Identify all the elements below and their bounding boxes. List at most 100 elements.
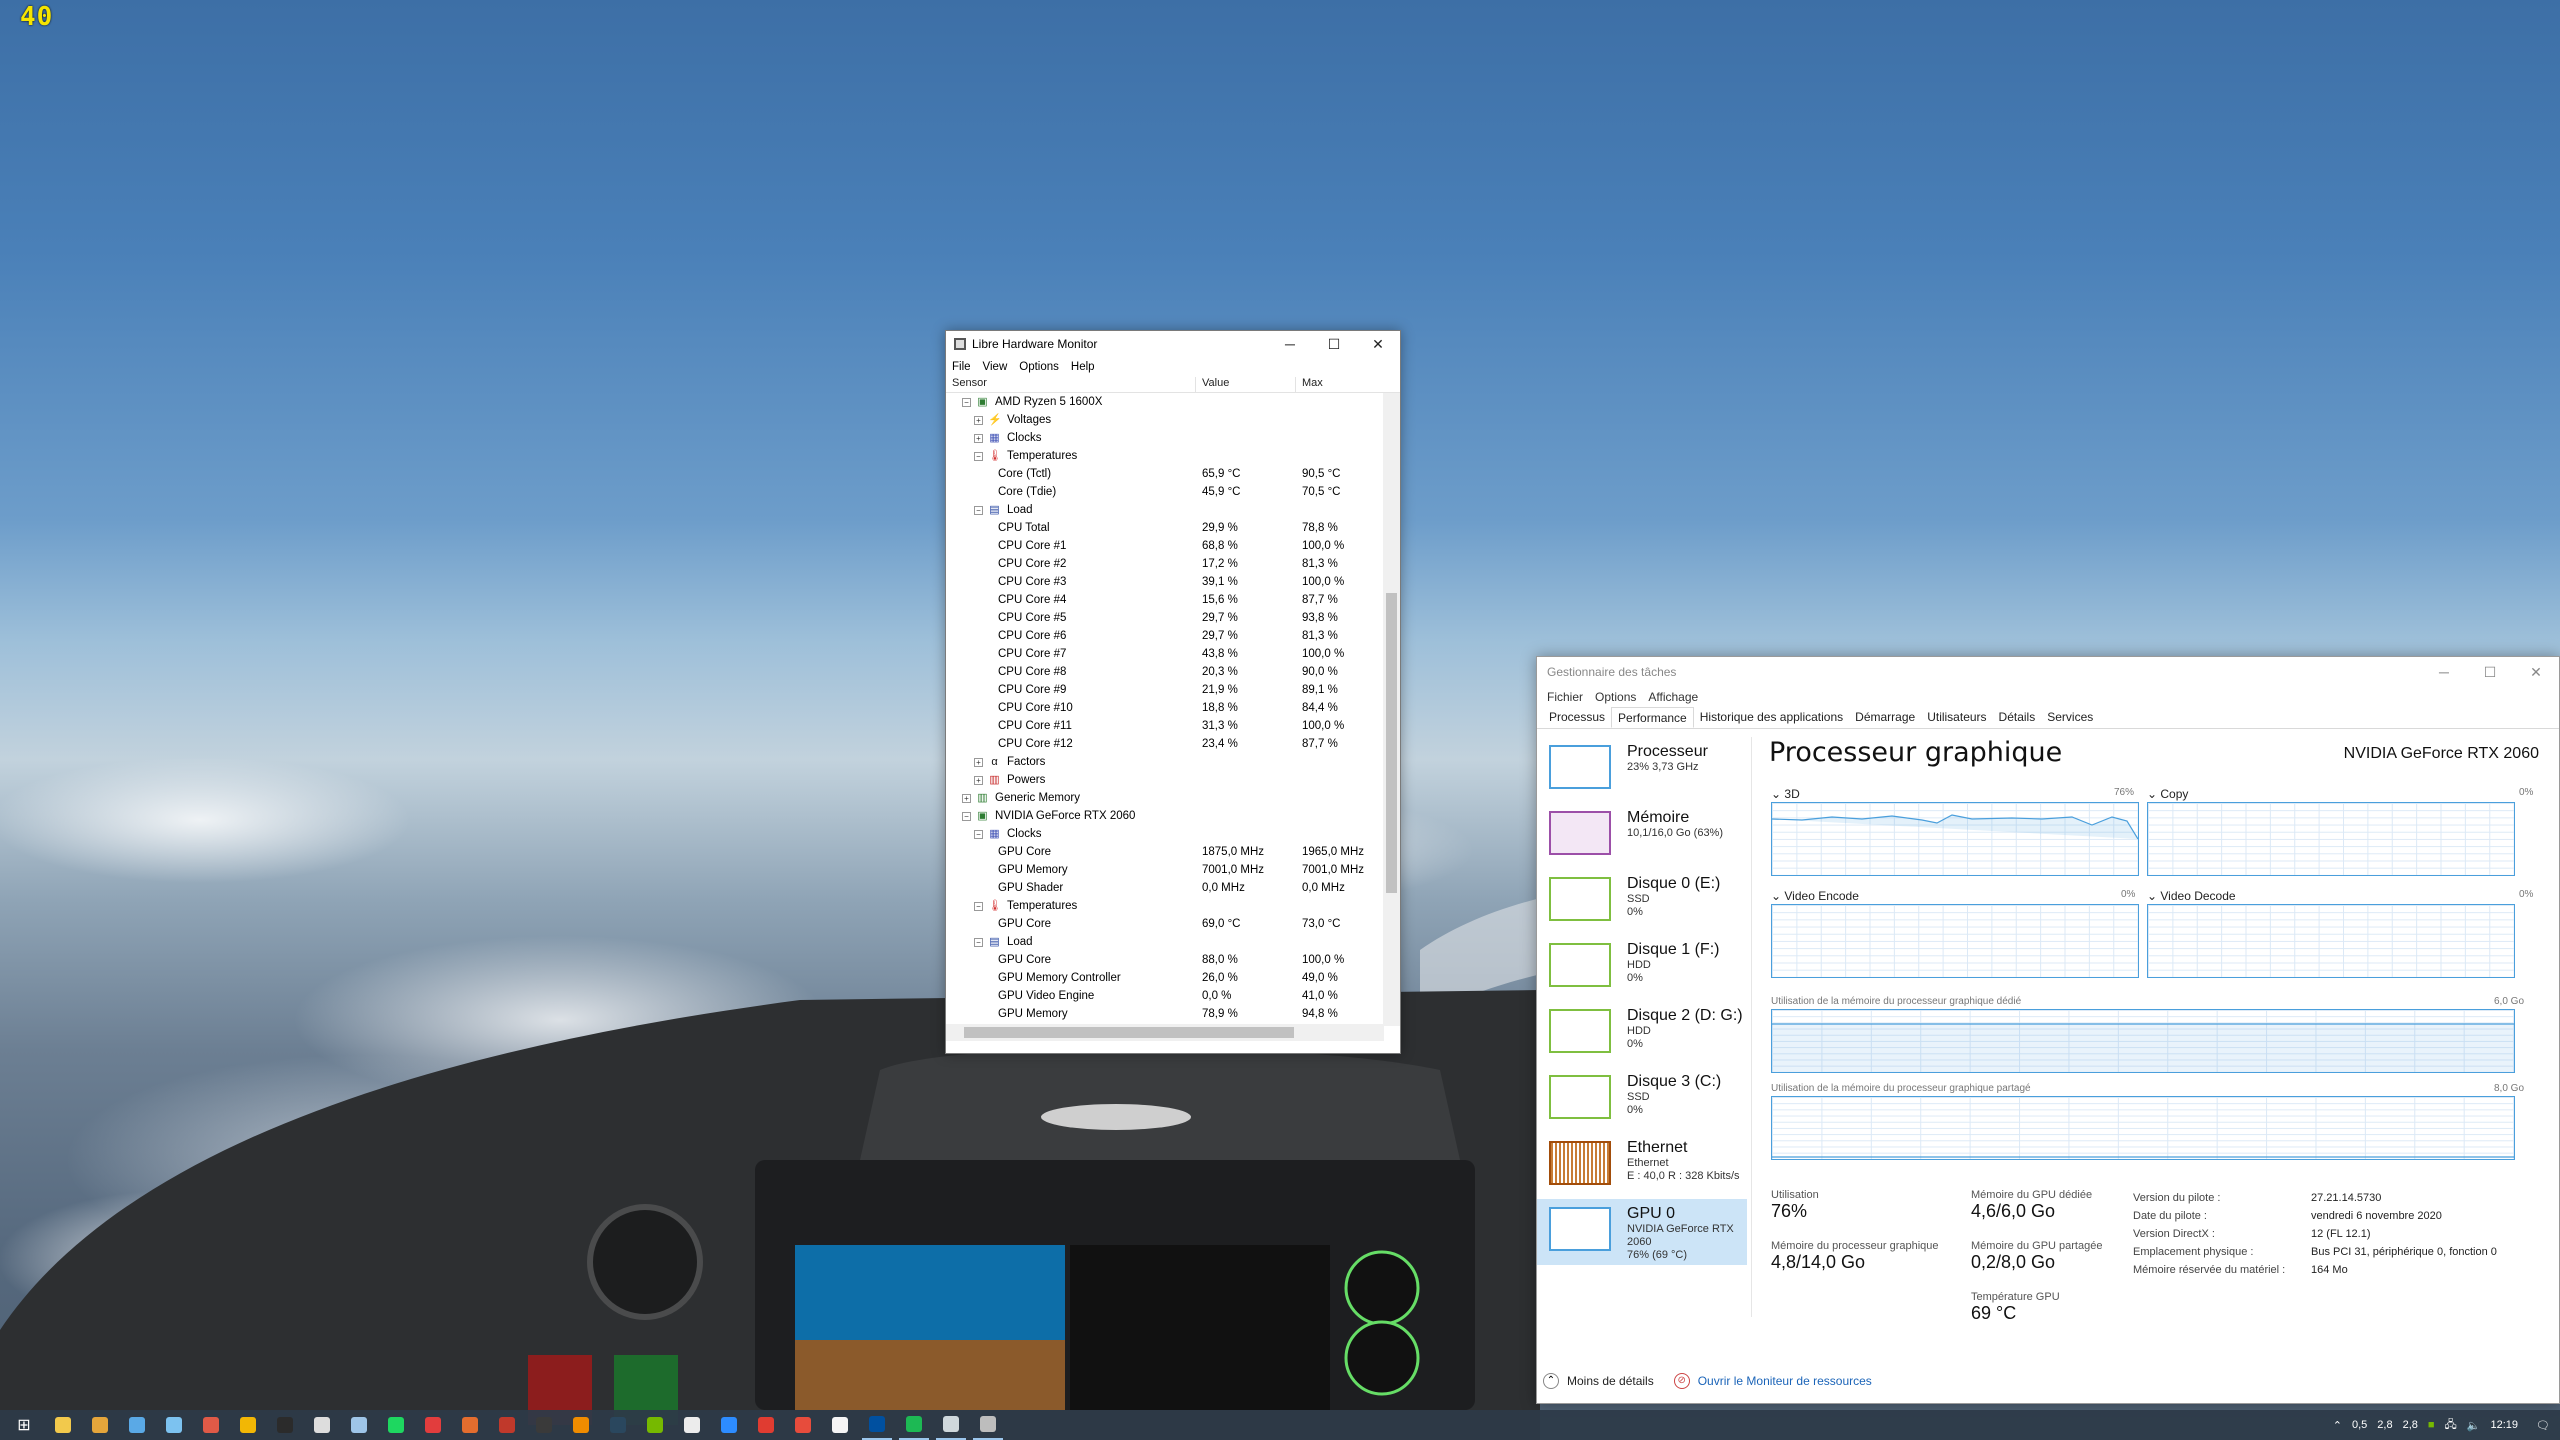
sensor-row[interactable]: GPU Core 1875,0 MHz 1965,0 MHz xyxy=(946,843,1384,861)
taskbar-app-icon[interactable] xyxy=(899,1410,929,1440)
sensor-row[interactable]: Core (Tctl) 65,9 °C 90,5 °C xyxy=(946,465,1384,483)
vertical-scrollbar[interactable] xyxy=(1383,393,1400,1026)
taskbar-app-icon[interactable] xyxy=(233,1410,263,1440)
sensor-row[interactable]: GPU Video Engine 0,0 % 41,0 % xyxy=(946,987,1384,1005)
maximize-icon[interactable]: ☐ xyxy=(2467,664,2513,681)
collapse-icon[interactable]: − xyxy=(962,397,971,407)
sensor-row[interactable]: + ▦ Clocks xyxy=(946,429,1384,447)
menu-options[interactable]: Options xyxy=(1019,361,1059,373)
clock[interactable]: 12:19 xyxy=(2491,1419,2519,1431)
close-icon[interactable]: ✕ xyxy=(1356,336,1400,353)
sensor-row[interactable]: GPU Core 88,0 % 100,0 % xyxy=(946,951,1384,969)
taskbar-app-icon[interactable] xyxy=(751,1410,781,1440)
sensor-row[interactable]: + α Factors xyxy=(946,753,1384,771)
collapse-icon[interactable]: − xyxy=(974,829,983,839)
taskbar-app-icon[interactable] xyxy=(270,1410,300,1440)
network-icon[interactable]: 🖧 xyxy=(2445,1416,2457,1435)
expand-icon[interactable]: + xyxy=(962,793,971,803)
tab-d-tails[interactable]: Détails xyxy=(1993,707,2042,728)
tm-titlebar[interactable]: Gestionnaire des tâches ─ ☐ ✕ xyxy=(1537,657,2559,687)
taskbar-app-icon[interactable] xyxy=(825,1410,855,1440)
taskbar-app-icon[interactable] xyxy=(936,1410,966,1440)
scroll-thumb[interactable] xyxy=(1386,593,1397,893)
sensor-row[interactable]: CPU Total 29,9 % 78,8 % xyxy=(946,519,1384,537)
taskbar-app-icon[interactable] xyxy=(344,1410,374,1440)
taskbar-app-icon[interactable] xyxy=(640,1410,670,1440)
minimize-icon[interactable]: ─ xyxy=(2421,664,2467,680)
task-manager-window[interactable]: Gestionnaire des tâches ─ ☐ ✕ Fichier Op… xyxy=(1536,656,2560,1404)
sensor-row[interactable]: CPU Core #3 39,1 % 100,0 % xyxy=(946,573,1384,591)
sensor-row[interactable]: − ▤ Load xyxy=(946,501,1384,519)
perf-item[interactable]: Mémoire 10,1/16,0 Go (63%) xyxy=(1537,803,1747,869)
taskbar-app-icon[interactable] xyxy=(455,1410,485,1440)
windows-start-icon[interactable]: ⊞ xyxy=(0,1415,48,1435)
tab-performance[interactable]: Performance xyxy=(1611,707,1694,728)
nvidia-tray-icon[interactable]: ■ xyxy=(2428,1419,2435,1431)
tray-chevron-icon[interactable]: ⌃ xyxy=(2333,1419,2342,1432)
graph-copy-label[interactable]: ⌄ Copy xyxy=(2147,787,2188,801)
collapse-icon[interactable]: − xyxy=(974,505,983,515)
sensor-row[interactable]: − ▣ AMD Ryzen 5 1600X xyxy=(946,393,1384,411)
collapse-icon[interactable]: − xyxy=(974,937,983,947)
sensor-row[interactable]: GPU Memory 78,9 % 94,8 % xyxy=(946,1005,1384,1023)
menu-options[interactable]: Options xyxy=(1595,690,1636,704)
perf-item[interactable]: Ethernet Ethernet E : 40,0 R : 328 Kbits/s xyxy=(1537,1133,1747,1199)
taskbar-app-icon[interactable] xyxy=(973,1410,1003,1440)
maximize-icon[interactable]: ☐ xyxy=(1312,336,1356,353)
menu-affichage[interactable]: Affichage xyxy=(1648,690,1698,704)
minimize-icon[interactable]: ─ xyxy=(1268,336,1312,352)
collapse-icon[interactable]: ⌃ xyxy=(1543,1373,1559,1389)
sensor-row[interactable]: − ▦ Clocks xyxy=(946,825,1384,843)
taskbar-app-icon[interactable] xyxy=(85,1410,115,1440)
sensor-row[interactable]: CPU Core #4 15,6 % 87,7 % xyxy=(946,591,1384,609)
notification-icon[interactable]: 🗨 xyxy=(2536,1419,2550,1432)
taskbar-app-icon[interactable] xyxy=(714,1410,744,1440)
close-icon[interactable]: ✕ xyxy=(2513,664,2559,681)
libre-hardware-monitor-window[interactable]: Libre Hardware Monitor ─ ☐ ✕ File View O… xyxy=(945,330,1401,1054)
sensor-row[interactable]: + ▥ Powers xyxy=(946,771,1384,789)
sensor-row[interactable]: CPU Core #5 29,7 % 93,8 % xyxy=(946,609,1384,627)
sensor-row[interactable]: CPU Core #9 21,9 % 89,1 % xyxy=(946,681,1384,699)
collapse-icon[interactable]: − xyxy=(974,901,983,911)
volume-icon[interactable]: 🔈 xyxy=(2467,1419,2481,1432)
expand-icon[interactable]: + xyxy=(974,415,983,425)
tab-services[interactable]: Services xyxy=(2041,707,2099,728)
graph-3d-label[interactable]: ⌄ 3D xyxy=(1771,787,1800,801)
taskbar-app-icon[interactable] xyxy=(788,1410,818,1440)
sensor-row[interactable]: + ⚡ Voltages xyxy=(946,411,1384,429)
expand-icon[interactable]: + xyxy=(974,775,983,785)
sensor-row[interactable]: CPU Core #8 20,3 % 90,0 % xyxy=(946,663,1384,681)
tab-processus[interactable]: Processus xyxy=(1543,707,1611,728)
sensor-row[interactable]: CPU Core #11 31,3 % 100,0 % xyxy=(946,717,1384,735)
col-sensor[interactable]: Sensor xyxy=(946,377,1196,392)
tab-utilisateurs[interactable]: Utilisateurs xyxy=(1921,707,1992,728)
menu-view[interactable]: View xyxy=(983,361,1008,373)
taskbar-app-icon[interactable] xyxy=(48,1410,78,1440)
sensor-row[interactable]: CPU Core #2 17,2 % 81,3 % xyxy=(946,555,1384,573)
sensor-row[interactable]: CPU Core #10 18,8 % 84,4 % xyxy=(946,699,1384,717)
taskbar-app-icon[interactable] xyxy=(307,1410,337,1440)
taskbar-app-icon[interactable] xyxy=(566,1410,596,1440)
col-max[interactable]: Max xyxy=(1296,377,1384,392)
tab-historique-des-applications[interactable]: Historique des applications xyxy=(1694,707,1849,728)
sensor-row[interactable]: GPU Shader 0,0 MHz 0,0 MHz xyxy=(946,879,1384,897)
taskbar-app-icon[interactable] xyxy=(122,1410,152,1440)
sensor-row[interactable]: − 🌡 Temperatures xyxy=(946,447,1384,465)
perf-item[interactable]: Processeur 23% 3,73 GHz xyxy=(1537,737,1747,803)
expand-icon[interactable]: + xyxy=(974,433,983,443)
sensor-row[interactable]: GPU Core 69,0 °C 73,0 °C xyxy=(946,915,1384,933)
sensor-tree[interactable]: − ▣ AMD Ryzen 5 1600X + ⚡ Voltages + ▦ Clocks − 🌡 T… xyxy=(946,393,1384,1026)
sensor-row[interactable]: Core (Tdie) 45,9 °C 70,5 °C xyxy=(946,483,1384,501)
sensor-row[interactable]: GPU Memory 7001,0 MHz 7001,0 MHz xyxy=(946,861,1384,879)
graph-venc-label[interactable]: ⌄ Video Encode xyxy=(1771,889,1859,903)
taskbar-app-icon[interactable] xyxy=(529,1410,559,1440)
taskbar-app-icon[interactable] xyxy=(418,1410,448,1440)
menu-fichier[interactable]: Fichier xyxy=(1547,690,1583,704)
perf-item[interactable]: Disque 3 (C:) SSD 0% xyxy=(1537,1067,1747,1133)
collapse-icon[interactable]: − xyxy=(962,811,971,821)
collapse-icon[interactable]: − xyxy=(974,451,983,461)
perf-item[interactable]: Disque 1 (F:) HDD 0% xyxy=(1537,935,1747,1001)
expand-icon[interactable]: + xyxy=(974,757,983,767)
perf-item[interactable]: Disque 2 (D: G:) HDD 0% xyxy=(1537,1001,1747,1067)
taskbar-app-icon[interactable] xyxy=(603,1410,633,1440)
